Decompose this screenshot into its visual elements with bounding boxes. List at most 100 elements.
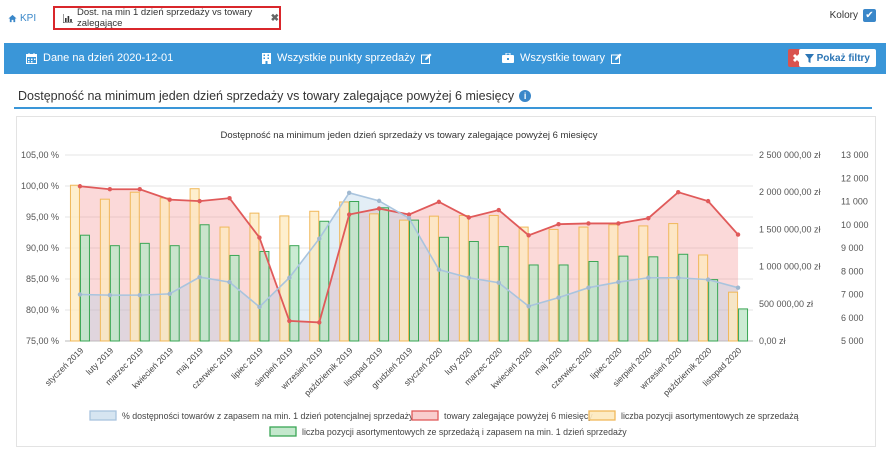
- bar-positions-with-sales: [518, 226, 529, 342]
- stock-point: [287, 318, 292, 324]
- bar-positions-with-sales-and-stock: [648, 256, 659, 342]
- chart-title: Dostępność na minimum jeden dzień sprzed…: [220, 130, 597, 141]
- y-mid-tick-label: 0,00 zł: [759, 336, 786, 346]
- bar-positions-with-sales-and-stock: [708, 279, 719, 342]
- y-left-tick-label: 90,00 %: [26, 243, 59, 253]
- y-left-tick-label: 105,00 %: [21, 150, 59, 160]
- bar-positions-with-sales-and-stock: [438, 236, 449, 342]
- bar-positions-with-sales: [99, 198, 110, 342]
- stock-point: [556, 221, 561, 227]
- legend-label: liczba pozycji asortymentowych ze sprzed…: [621, 411, 799, 421]
- stores-filter-label: Wszystkie punkty sprzedaży: [277, 52, 416, 64]
- bar-positions-with-sales-and-stock: [468, 240, 479, 342]
- bar-positions-with-sales-and-stock: [79, 234, 90, 342]
- bar-positions-with-sales-and-stock: [229, 254, 240, 342]
- y-right-tick-label: 11 000: [841, 197, 868, 207]
- bar-positions-with-sales-and-stock: [109, 245, 120, 342]
- bar-positions-with-sales-and-stock: [558, 264, 569, 342]
- show-filters-button[interactable]: Pokaż filtry: [798, 49, 876, 67]
- products-filter[interactable]: Wszystkie towary: [502, 52, 622, 64]
- section-title: Dostępność na minimum jeden dzień sprzed…: [18, 89, 515, 103]
- stock-point: [376, 206, 382, 211]
- filter-bar: Dane na dzień 2020-12-01 Wszystkie punkt…: [4, 43, 886, 74]
- stock-point: [167, 197, 172, 202]
- stock-point: [646, 216, 651, 221]
- y-mid-tick-label: 1 500 000,00 zł: [759, 224, 821, 234]
- availability-point: [376, 198, 382, 204]
- date-filter-label: Dane na dzień 2020-12-01: [43, 52, 174, 64]
- stock-point: [526, 233, 531, 238]
- y-right-tick-label: 12 000: [841, 173, 869, 183]
- bar-positions-with-sales: [399, 219, 409, 342]
- products-filter-label: Wszystkie towary: [520, 52, 605, 64]
- bar-positions-with-sales-and-stock: [379, 207, 390, 342]
- date-filter[interactable]: Dane na dzień 2020-12-01: [26, 52, 173, 64]
- y-right-tick-label: 8 000: [841, 266, 864, 276]
- show-filters-label: Pokaż filtry: [816, 52, 870, 64]
- bar-positions-with-sales-and-stock: [289, 245, 300, 342]
- stores-filter[interactable]: Wszystkie punkty sprzedaży: [262, 52, 432, 64]
- y-mid-tick-label: 2 000 000,00 zł: [759, 187, 821, 197]
- availability-point: [77, 292, 83, 297]
- stock-point: [436, 199, 442, 205]
- close-tab-icon[interactable]: ✖: [271, 13, 279, 24]
- building-icon: [262, 52, 271, 64]
- bar-positions-with-sales: [728, 291, 739, 342]
- stock-point: [257, 235, 262, 240]
- availability-point: [556, 295, 561, 300]
- availability-chart: Dostępność na minimum jeden dzień sprzed…: [21, 130, 869, 437]
- availability-point: [287, 275, 292, 280]
- stock-point: [107, 187, 113, 192]
- kpi-home-link[interactable]: KPI: [8, 13, 36, 24]
- availability-point: [227, 279, 232, 285]
- bar-positions-with-sales: [578, 226, 589, 342]
- edit-icon[interactable]: [610, 53, 622, 64]
- bar-positions-with-sales: [189, 188, 200, 342]
- availability-point: [646, 275, 651, 280]
- bar-chart-icon: [63, 13, 73, 23]
- calendar-icon: [26, 52, 37, 64]
- legend-label: towary zalegające powyżej 6 miesięcy: [444, 411, 593, 421]
- stock-point: [735, 232, 741, 237]
- bar-positions-with-sales-and-stock: [498, 246, 509, 342]
- stock-point: [317, 320, 322, 325]
- bar-positions-with-sales: [668, 223, 679, 342]
- availability-point: [197, 274, 202, 280]
- availability-point: [735, 285, 741, 290]
- availability-point: [257, 304, 262, 310]
- bar-positions-with-sales: [69, 184, 80, 342]
- colors-label: Kolory: [829, 10, 858, 21]
- availability-point: [406, 216, 412, 221]
- y-right-tick-label: 7 000: [841, 290, 864, 300]
- bar-positions-with-sales-and-stock: [678, 253, 689, 342]
- bar-positions-with-sales: [129, 191, 140, 342]
- bar-positions-with-sales-and-stock: [588, 260, 599, 342]
- colors-toggle[interactable]: Kolory ✔: [830, 9, 876, 22]
- stock-point: [227, 195, 232, 201]
- bar-positions-with-sales-and-stock: [139, 242, 150, 342]
- availability-point: [317, 236, 322, 241]
- stock-point: [346, 212, 352, 217]
- stock-point: [616, 221, 621, 226]
- bar-positions-with-sales: [428, 215, 439, 342]
- y-right-tick-label: 13 000: [841, 150, 869, 160]
- tab-availability-report[interactable]: Dost. na min 1 dzień sprzedaży vs towary…: [53, 6, 281, 30]
- bar-positions-with-sales-and-stock: [409, 219, 419, 342]
- y-right-tick-label: 6 000: [841, 313, 864, 323]
- availability-point: [526, 304, 531, 309]
- info-icon[interactable]: i: [519, 90, 532, 102]
- section-header: Dostępność na minimum jeden dzień sprzed…: [18, 89, 532, 103]
- edit-icon[interactable]: [421, 53, 432, 64]
- legend-swatch: [588, 410, 616, 421]
- y-mid-tick-label: 500 000,00 zł: [759, 299, 813, 309]
- y-left-tick-label: 80,00 %: [26, 305, 59, 315]
- y-mid-tick-label: 1 000 000,00 zł: [759, 262, 821, 272]
- briefcase-icon: [502, 53, 514, 63]
- bar-positions-with-sales: [638, 225, 649, 342]
- availability-point: [676, 275, 681, 280]
- checkmark-icon[interactable]: ✔: [863, 9, 876, 22]
- stock-point: [676, 190, 681, 195]
- y-mid-tick-label: 2 500 000,00 zł: [759, 150, 821, 160]
- home-icon: [8, 14, 17, 23]
- bar-positions-with-sales: [698, 254, 709, 342]
